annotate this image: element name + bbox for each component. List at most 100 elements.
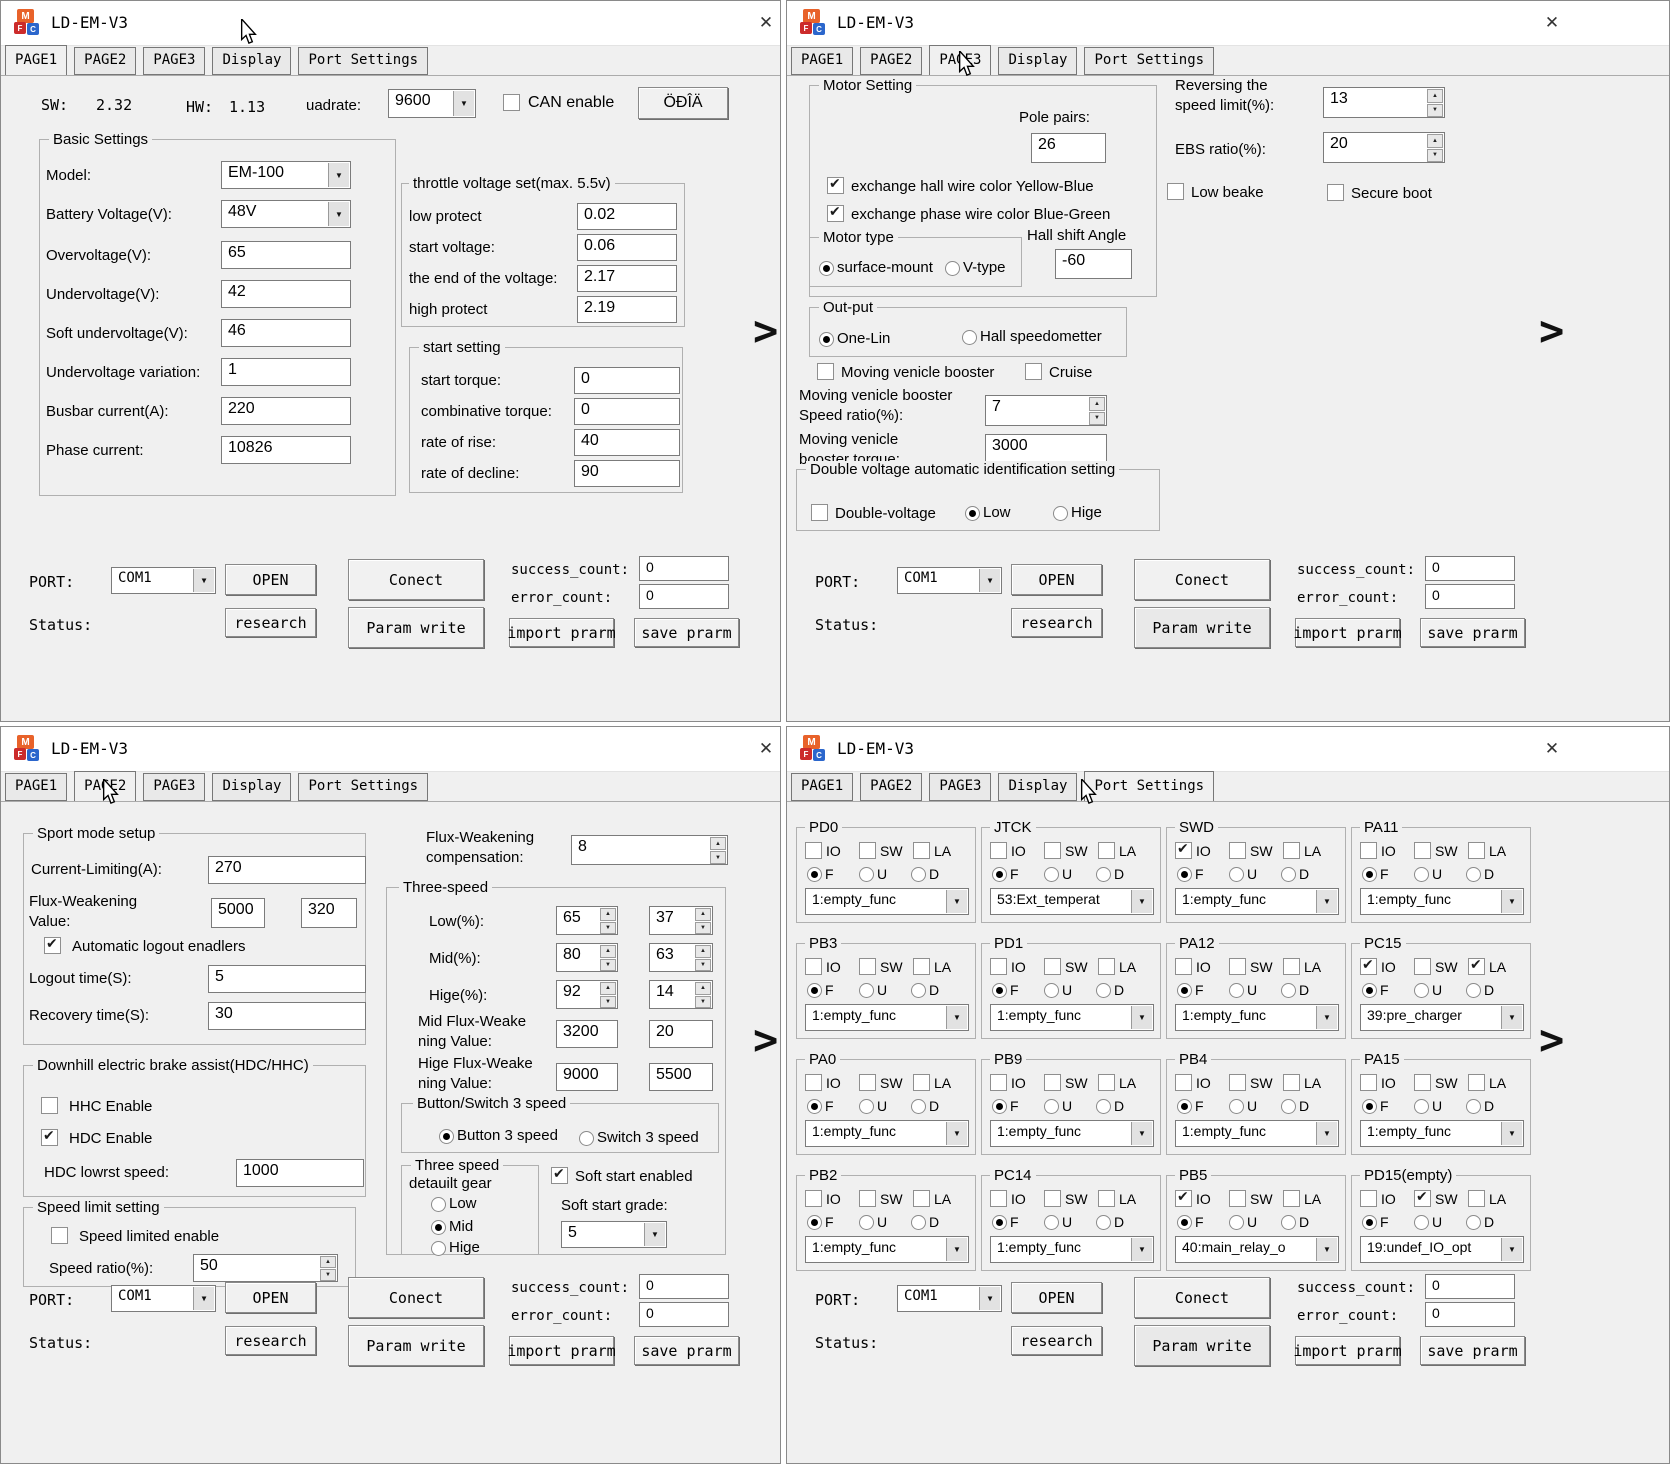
chevron-down-icon[interactable]: ▼ [1131, 890, 1152, 913]
logout-time-field[interactable]: 5 [208, 965, 366, 993]
gear-hige-radio[interactable] [431, 1241, 446, 1256]
d-radio[interactable] [1096, 1215, 1111, 1230]
error-count-field[interactable]: 0 [1425, 1302, 1515, 1327]
spinner-down-icon[interactable]: ▼ [600, 922, 616, 935]
la-checkbox[interactable] [913, 1074, 930, 1091]
sw-checkbox[interactable] [1044, 1190, 1061, 1207]
spinner-up-icon[interactable]: ▲ [600, 908, 616, 921]
rate-of-decline-field[interactable]: 90 [574, 460, 680, 487]
u-radio[interactable] [1414, 867, 1429, 882]
la-checkbox[interactable] [1098, 958, 1115, 975]
flux-weakening-field-2[interactable]: 320 [301, 898, 357, 928]
hige-flux-field-2[interactable]: 5500 [649, 1063, 713, 1091]
titlebar[interactable]: M F C LD-EM-V3 ✕ [787, 1, 1669, 46]
f-radio[interactable] [807, 983, 822, 998]
baudrate-select[interactable]: 9600 ▼ [388, 89, 476, 118]
f-radio[interactable] [992, 867, 1007, 882]
chevron-down-icon[interactable]: ▼ [1316, 1122, 1337, 1145]
io-checkbox[interactable] [1360, 1190, 1377, 1207]
tab-page1[interactable]: PAGE1 [5, 773, 67, 801]
close-icon[interactable]: ✕ [753, 10, 779, 36]
spinner-down-icon[interactable]: ▼ [600, 959, 616, 972]
u-radio[interactable] [1229, 867, 1244, 882]
d-radio[interactable] [911, 983, 926, 998]
la-checkbox[interactable] [1468, 1074, 1485, 1091]
sw-checkbox[interactable] [1044, 842, 1061, 859]
v-type-radio[interactable] [945, 261, 960, 276]
chevron-down-icon[interactable]: ▼ [1501, 1238, 1522, 1261]
start-voltage-field[interactable]: 0.06 [577, 234, 677, 261]
exchange-phase-wire-checkbox[interactable] [827, 205, 844, 222]
tab-display[interactable]: Display [998, 47, 1077, 75]
sw-checkbox[interactable] [1229, 958, 1246, 975]
chevron-down-icon[interactable]: ▼ [453, 91, 474, 116]
port-func-select[interactable]: 1:empty_func▼ [990, 1236, 1154, 1263]
moving-vehicle-booster-checkbox[interactable] [817, 363, 834, 380]
port-func-select[interactable]: 19:undef_IO_opt▼ [1360, 1236, 1524, 1263]
u-radio[interactable] [1414, 1099, 1429, 1114]
spinner-up-icon[interactable]: ▲ [320, 1256, 336, 1268]
chevron-down-icon[interactable]: ▼ [946, 1238, 967, 1261]
double-voltage-checkbox[interactable] [811, 504, 828, 521]
io-checkbox[interactable] [990, 842, 1007, 859]
sw-checkbox[interactable] [1229, 1190, 1246, 1207]
tab-port-settings[interactable]: Port Settings [298, 773, 428, 801]
f-radio[interactable] [1362, 983, 1377, 998]
combinative-torque-field[interactable]: 0 [574, 398, 680, 425]
undervoltage-variation-field[interactable]: 1 [221, 358, 351, 386]
model-select[interactable]: EM-100 ▼ [221, 161, 351, 189]
io-checkbox[interactable] [990, 1074, 1007, 1091]
spinner-up-icon[interactable]: ▲ [695, 982, 711, 995]
dv-hige-radio[interactable] [1053, 506, 1068, 521]
chevron-down-icon[interactable]: ▼ [1131, 1238, 1152, 1261]
sw-checkbox[interactable] [1414, 1190, 1431, 1207]
f-radio[interactable] [1177, 983, 1192, 998]
mid-flux-field-1[interactable]: 3200 [556, 1020, 618, 1048]
chevron-down-icon[interactable]: ▼ [1501, 890, 1522, 913]
io-checkbox[interactable] [805, 1190, 822, 1207]
f-radio[interactable] [1362, 1099, 1377, 1114]
spinner-down-icon[interactable]: ▼ [710, 851, 726, 864]
current-limiting-field[interactable]: 270 [208, 856, 366, 884]
chevron-down-icon[interactable]: ▼ [1316, 1006, 1337, 1029]
u-radio[interactable] [1044, 1099, 1059, 1114]
u-radio[interactable] [1229, 1215, 1244, 1230]
gear-mid-radio[interactable] [431, 1220, 446, 1235]
chevron-down-icon[interactable]: ▼ [1501, 1006, 1522, 1029]
speed-limited-checkbox[interactable] [51, 1227, 68, 1244]
spinner-buttons[interactable]: ▲▼ [695, 981, 712, 1008]
la-checkbox[interactable] [1468, 1190, 1485, 1207]
undervoltage-field[interactable]: 42 [221, 280, 351, 308]
spinner-buttons[interactable]: ▲▼ [600, 944, 617, 971]
sw-checkbox[interactable] [1414, 958, 1431, 975]
button-3-speed-radio[interactable] [439, 1129, 454, 1144]
chevron-down-icon[interactable]: ▼ [1316, 890, 1337, 913]
pole-pairs-field[interactable]: 26 [1031, 133, 1106, 163]
reversing-speed-limit-spinner[interactable]: 13 ▲▼ [1323, 87, 1445, 118]
connect-button[interactable]: Conect [348, 559, 484, 600]
research-button[interactable]: research [225, 1326, 316, 1355]
hall-speedometter-radio[interactable] [962, 330, 977, 345]
mid-percent-spinner-2[interactable]: 63 ▲▼ [649, 943, 713, 972]
io-checkbox[interactable] [990, 958, 1007, 975]
chevron-down-icon[interactable]: ▼ [193, 569, 214, 592]
d-radio[interactable] [1096, 867, 1111, 882]
port-func-select[interactable]: 1:empty_func▼ [1360, 888, 1524, 915]
port-func-select[interactable]: 1:empty_func▼ [990, 1120, 1154, 1147]
automatic-logout-checkbox[interactable] [44, 937, 61, 954]
u-radio[interactable] [1414, 1215, 1429, 1230]
overvoltage-field[interactable]: 65 [221, 241, 351, 269]
d-radio[interactable] [1466, 867, 1481, 882]
spinner-up-icon[interactable]: ▲ [600, 945, 616, 958]
overflow-chevron-icon[interactable]: > [1539, 1015, 1564, 1064]
spinner-up-icon[interactable]: ▲ [600, 982, 616, 995]
param-write-button[interactable]: Param write [1134, 607, 1270, 648]
d-radio[interactable] [911, 867, 926, 882]
port-func-select[interactable]: 1:empty_func▼ [1175, 1120, 1339, 1147]
port-func-select[interactable]: 1:empty_func▼ [1175, 1004, 1339, 1031]
error-count-field[interactable]: 0 [639, 1302, 729, 1327]
mid-flux-field-2[interactable]: 20 [649, 1020, 713, 1048]
sw-checkbox[interactable] [1044, 1074, 1061, 1091]
port-select[interactable]: COM1 ▼ [897, 567, 1002, 594]
d-radio[interactable] [1281, 1099, 1296, 1114]
